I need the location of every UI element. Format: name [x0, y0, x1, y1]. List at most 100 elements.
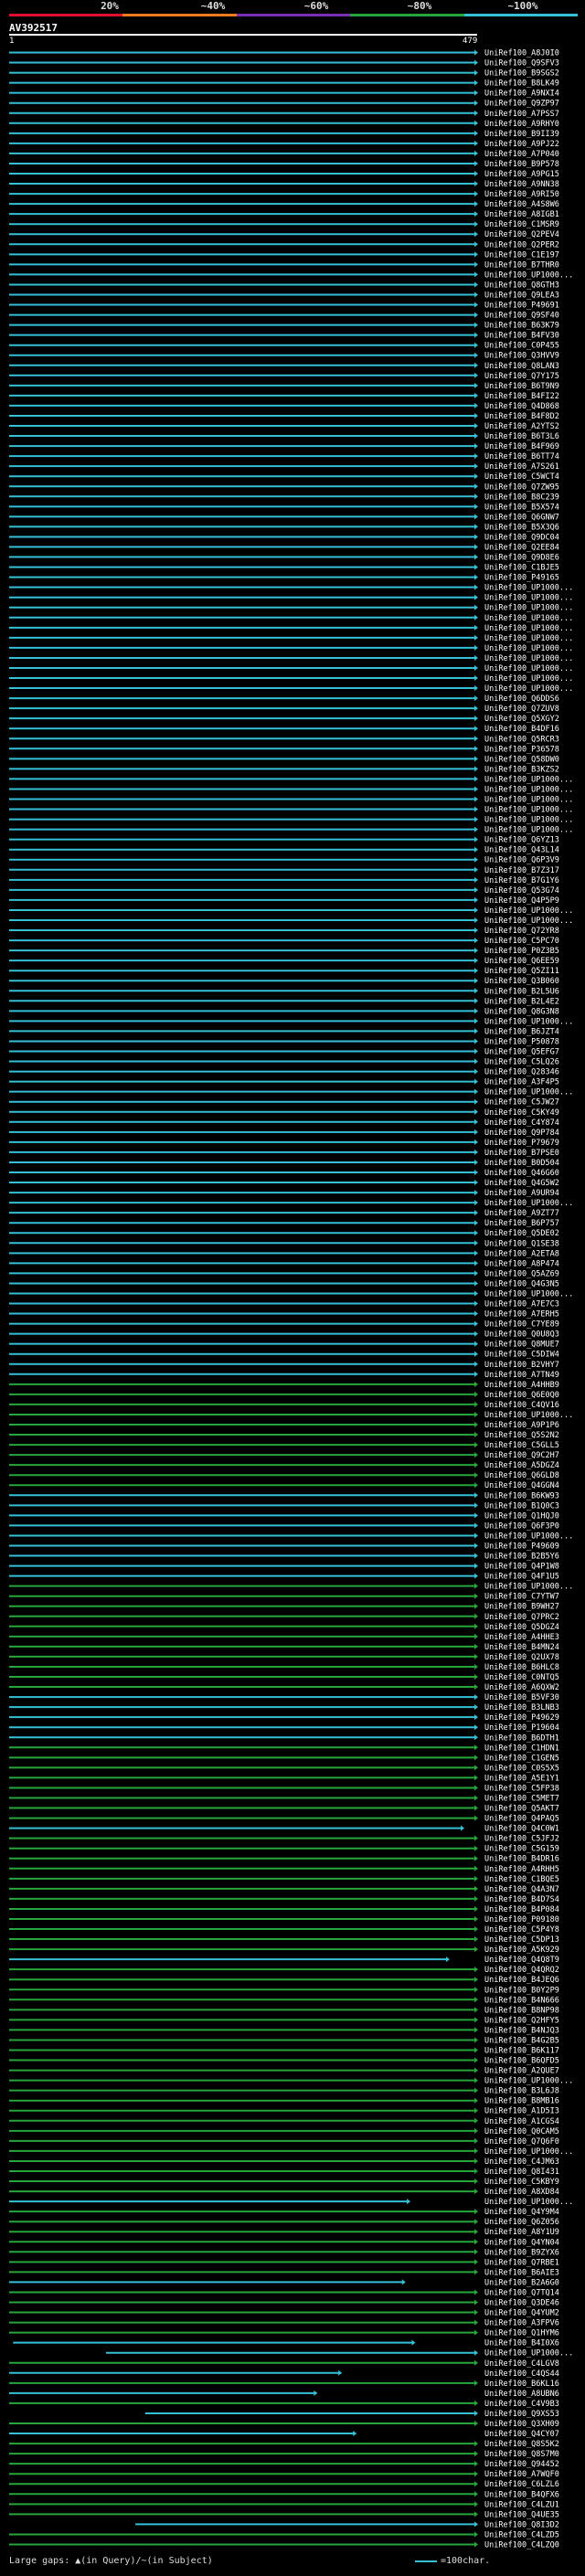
hit-label[interactable]: UniRef100_Q9P784	[484, 1129, 559, 1138]
hit-row[interactable]: UniRef100_UP1000...	[106, 2349, 573, 2359]
hit-label[interactable]: UniRef100_B4I0X6	[484, 2339, 559, 2348]
hit-label[interactable]: UniRef100_C0S5X5	[484, 1764, 559, 1773]
hit-row[interactable]: UniRef100_B8LK49	[9, 80, 559, 89]
hit-row[interactable]: UniRef100_B6JZT4	[9, 1027, 559, 1036]
hit-row[interactable]: UniRef100_C0P455	[9, 342, 559, 351]
hit-label[interactable]: UniRef100_B6KL16	[484, 2380, 559, 2389]
hit-label[interactable]: UniRef100_Q7Q6F0	[484, 2137, 559, 2147]
hit-row[interactable]: UniRef100_C5MET7	[9, 1794, 559, 1803]
hit-label[interactable]: UniRef100_C4LZD5	[484, 2530, 559, 2539]
hit-row[interactable]: UniRef100_B2B5Y6	[9, 1553, 559, 1562]
hit-row[interactable]: UniRef100_Q5DGZ4	[9, 1623, 559, 1632]
hit-label[interactable]: UniRef100_B4P084	[484, 1905, 559, 1914]
hit-row[interactable]: UniRef100_C5DIW4	[9, 1351, 559, 1360]
hit-row[interactable]: UniRef100_C5LQ26	[9, 1058, 559, 1067]
hit-row[interactable]: UniRef100_Q9LEA3	[9, 291, 559, 300]
hit-row[interactable]: UniRef100_A2ETA8	[9, 1249, 559, 1258]
hit-row[interactable]: UniRef100_B1Q0C3	[9, 1501, 559, 1511]
hit-label[interactable]: UniRef100_Q7RBE1	[484, 2258, 559, 2267]
hit-label[interactable]: UniRef100_Q7ZW95	[484, 482, 559, 492]
hit-row[interactable]: UniRef100_Q72YR8	[9, 927, 559, 936]
hit-label[interactable]: UniRef100_Q5ZI11	[484, 967, 559, 976]
hit-row[interactable]: UniRef100_Q3HVV9	[9, 352, 559, 361]
hit-row[interactable]: UniRef100_Q8LAN3	[9, 362, 559, 371]
hit-row[interactable]: UniRef100_Q5AZ69	[9, 1269, 559, 1278]
hit-label[interactable]: UniRef100_C5LQ26	[484, 1058, 559, 1067]
hit-label[interactable]: UniRef100_B2A6G0	[484, 2278, 559, 2287]
hit-row[interactable]: UniRef100_C6LZL6	[9, 2480, 559, 2489]
hit-label[interactable]: UniRef100_C0P455	[484, 342, 559, 351]
hit-row[interactable]: UniRef100_B7Z317	[9, 866, 559, 875]
hit-row[interactable]: UniRef100_C5KY49	[9, 1108, 559, 1118]
hit-label[interactable]: UniRef100_B4N666	[484, 1996, 559, 2005]
hit-row[interactable]: UniRef100_C4LZQ0	[9, 2540, 559, 2549]
hit-label[interactable]: UniRef100_A3F4P5	[484, 1078, 559, 1087]
hit-label[interactable]: UniRef100_Q4UE35	[484, 2510, 559, 2519]
hit-row[interactable]: UniRef100_A5K929	[9, 1945, 559, 1955]
hit-row[interactable]: UniRef100_B3LNB3	[9, 1703, 559, 1712]
hit-row[interactable]: UniRef100_Q2PEV4	[9, 230, 559, 239]
hit-label[interactable]: UniRef100_C5JFJ2	[484, 1835, 559, 1844]
hit-label[interactable]: UniRef100_Q5DGZ4	[484, 1623, 559, 1632]
hit-row[interactable]: UniRef100_C5KBY9	[9, 2178, 559, 2187]
hit-label[interactable]: UniRef100_B5X574	[484, 503, 559, 512]
hit-row[interactable]: UniRef100_P49691	[9, 302, 559, 311]
hit-row[interactable]: UniRef100_Q4P5P9	[9, 896, 559, 906]
hit-row[interactable]: UniRef100_UP1000...	[9, 614, 573, 623]
hit-label[interactable]: UniRef100_P49165	[484, 574, 559, 583]
hit-row[interactable]: UniRef100_UP1000...	[9, 634, 573, 643]
hit-label[interactable]: UniRef100_B4NJQ3	[484, 2026, 559, 2035]
hit-row[interactable]: UniRef100_C4LZU1	[9, 2500, 559, 2509]
hit-label[interactable]: UniRef100_A8P474	[484, 1259, 559, 1268]
hit-row[interactable]: UniRef100_B4I0X6	[13, 2339, 559, 2348]
hit-label[interactable]: UniRef100_UP1000...	[484, 796, 573, 805]
hit-row[interactable]: UniRef100_Q5RCR3	[9, 735, 559, 744]
hit-label[interactable]: UniRef100_B4QFX6	[484, 2490, 559, 2499]
hit-row[interactable]: UniRef100_Q3DE46	[9, 2299, 559, 2308]
hit-label[interactable]: UniRef100_Q8LAN3	[484, 362, 559, 371]
hit-row[interactable]: UniRef100_Q7ZUV8	[9, 705, 559, 714]
hit-label[interactable]: UniRef100_Q2HFY5	[484, 2016, 559, 2025]
hit-label[interactable]: UniRef100_UP1000...	[484, 2198, 573, 2207]
hit-row[interactable]: UniRef100_B7G1Y6	[9, 876, 559, 885]
hit-label[interactable]: UniRef100_C4JM63	[484, 2157, 559, 2167]
hit-row[interactable]: UniRef100_C4QS44	[9, 2369, 559, 2379]
hit-label[interactable]: UniRef100_Q1SE38	[484, 1239, 559, 1248]
hit-label[interactable]: UniRef100_P79679	[484, 1139, 559, 1148]
hit-label[interactable]: UniRef100_B7G1Y6	[484, 876, 559, 885]
hit-row[interactable]: UniRef100_Q5ZI11	[9, 967, 559, 976]
hit-row[interactable]: UniRef100_C5JW27	[9, 1098, 559, 1108]
hit-row[interactable]: UniRef100_B8NP98	[9, 2006, 559, 2015]
hit-row[interactable]: UniRef100_Q4UE35	[9, 2510, 559, 2519]
hit-row[interactable]: UniRef100_Q7ZW95	[9, 482, 559, 492]
hit-label[interactable]: UniRef100_Q4PAQ5	[484, 1815, 559, 1824]
hit-label[interactable]: UniRef100_B3KZS2	[484, 765, 559, 774]
hit-label[interactable]: UniRef100_Q8MUE7	[484, 1341, 559, 1350]
hit-label[interactable]: UniRef100_C5GLL5	[484, 1441, 559, 1450]
hit-label[interactable]: UniRef100_C1BJE5	[484, 564, 559, 573]
hit-row[interactable]: UniRef100_Q4GGN4	[9, 1481, 559, 1490]
hit-label[interactable]: UniRef100_B5X3Q6	[484, 523, 559, 532]
hit-label[interactable]: UniRef100_C1E197	[484, 250, 559, 260]
hit-row[interactable]: UniRef100_B9II39	[9, 130, 559, 139]
hit-row[interactable]: UniRef100_C1BJE5	[9, 564, 559, 573]
hit-label[interactable]: UniRef100_UP1000...	[484, 917, 573, 926]
hit-row[interactable]: UniRef100_A7P040	[9, 150, 559, 159]
hit-label[interactable]: UniRef100_Q8S5K2	[484, 2440, 559, 2449]
hit-row[interactable]: UniRef100_B3L6J8	[9, 2087, 559, 2096]
hit-label[interactable]: UniRef100_P49629	[484, 1713, 559, 1723]
hit-label[interactable]: UniRef100_UP1000...	[484, 2077, 573, 2086]
hit-label[interactable]: UniRef100_A9P1P6	[484, 1421, 559, 1430]
hit-row[interactable]: UniRef100_C4QV16	[9, 1401, 559, 1410]
hit-label[interactable]: UniRef100_B6QFD5	[484, 2057, 559, 2066]
hit-row[interactable]: UniRef100_A6QXW2	[9, 1683, 559, 1692]
hit-row[interactable]: UniRef100_B9WH27	[9, 1603, 559, 1612]
hit-row[interactable]: UniRef100_UP1000...	[9, 785, 573, 794]
hit-label[interactable]: UniRef100_B9ZYX6	[484, 2248, 559, 2257]
hit-row[interactable]: UniRef100_C1BQE5	[9, 1875, 559, 1884]
hit-label[interactable]: UniRef100_UP1000...	[484, 1088, 573, 1097]
hit-label[interactable]: UniRef100_Q6Z056	[484, 2218, 559, 2227]
hit-label[interactable]: UniRef100_B6KW93	[484, 1491, 559, 1500]
hit-label[interactable]: UniRef100_UP1000...	[484, 1583, 573, 1592]
hit-label[interactable]: UniRef100_A9RHY0	[484, 120, 559, 129]
